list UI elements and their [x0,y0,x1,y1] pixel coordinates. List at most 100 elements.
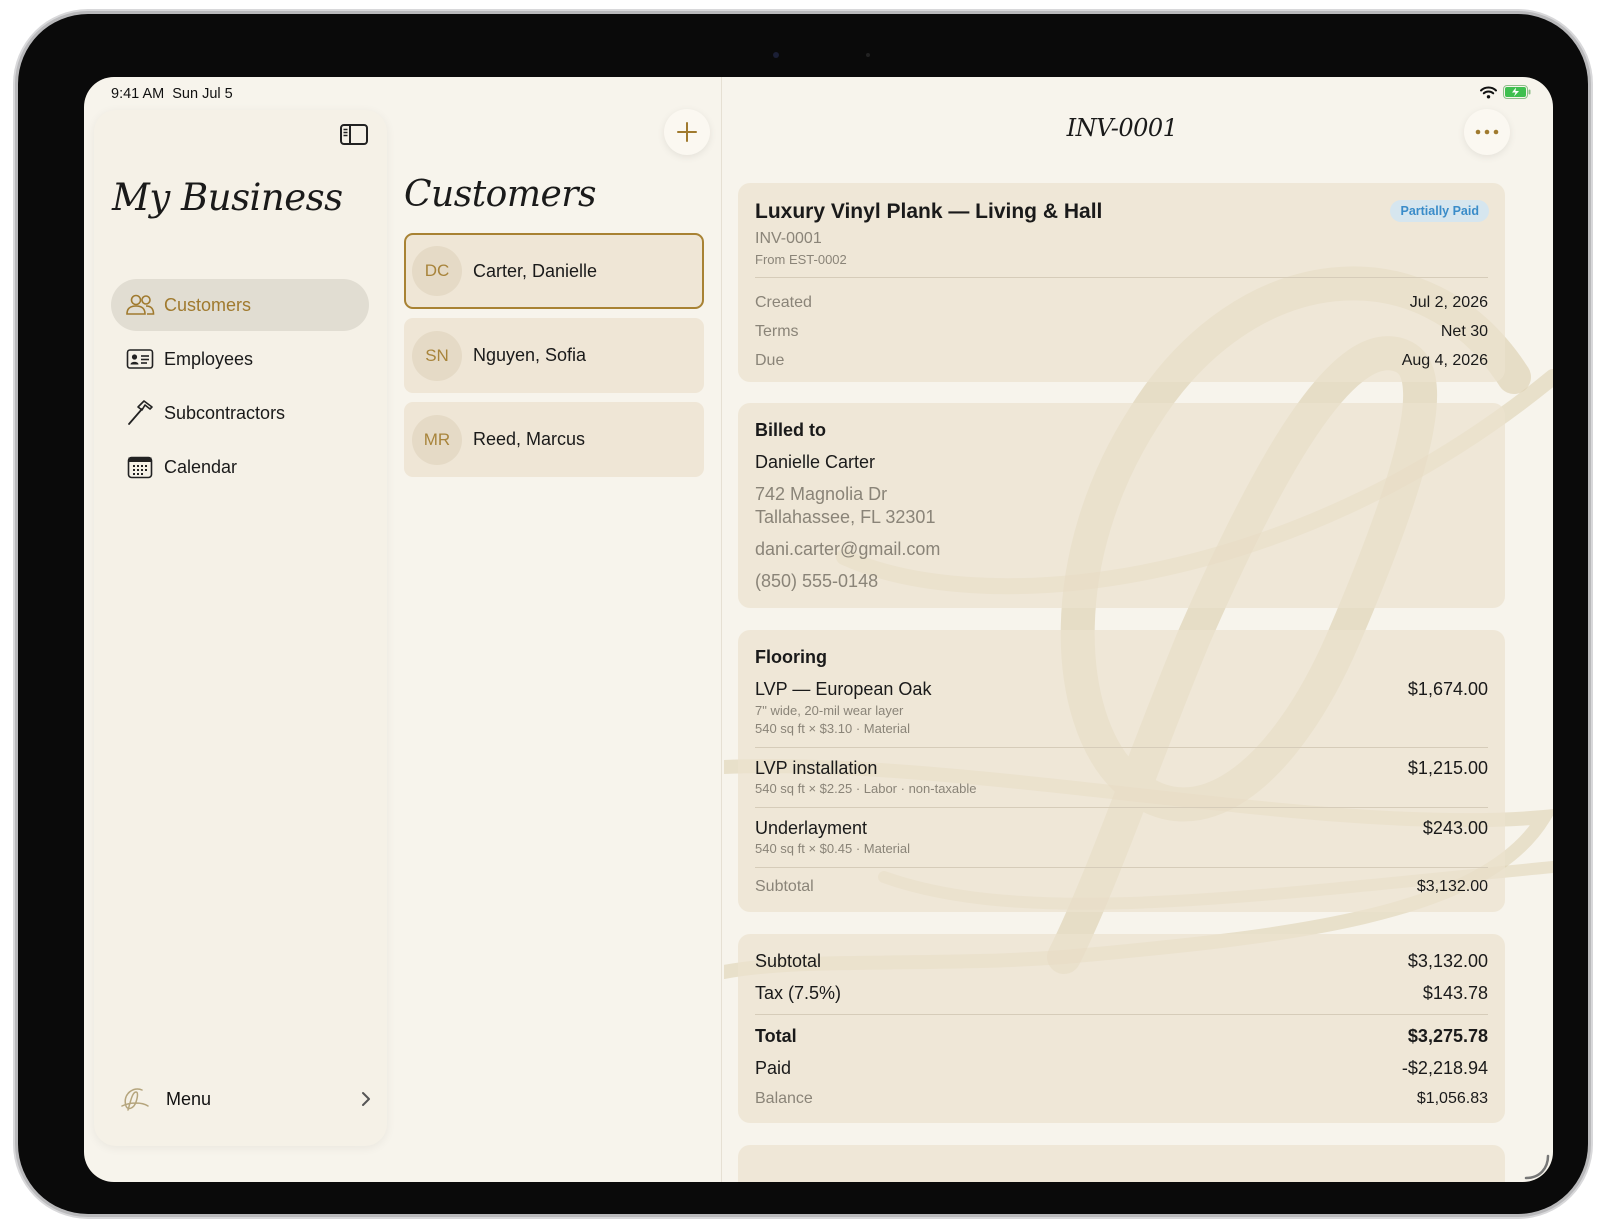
line-item-meta: 540 sq ft × $0.45 · Material [755,841,911,856]
divider [755,807,1488,808]
people-icon [125,292,155,318]
created-label: Created [755,294,812,311]
divider [755,1014,1488,1015]
sidebar-item-label: Calendar [164,456,238,477]
line-item-description: 7" wide, 20-mil wear layer [755,703,904,718]
terms-value: Net 30 [1440,323,1488,340]
line-item-meta: 540 sq ft × $3.10 · Material [755,721,911,736]
billed-to-heading: Billed to [755,420,826,440]
wifi-icon [1480,86,1497,98]
total-value: $3,275.78 [1407,1026,1488,1046]
resize-handle-icon[interactable] [1524,1154,1550,1180]
more-options-button[interactable] [1464,109,1510,155]
paid-label: Paid [755,1058,792,1078]
tax-value: $143.78 [1422,983,1488,1003]
sidebar-item-employees[interactable]: Employees [111,333,369,385]
phone-link[interactable]: (850) 555-0148 [755,571,878,592]
sidebar-item-customers[interactable]: Customers [111,279,369,331]
invoice-number: INV-0001 [755,230,822,247]
divider [755,747,1488,748]
invoice-header-card: Luxury Vinyl Plank — Living & Hall Parti… [738,183,1505,382]
sidebar-toggle-icon[interactable] [339,122,369,146]
created-row: Created Jul 2, 2026 [755,294,1488,312]
due-label: Due [755,352,785,369]
total-row: Total $3,275.78 [755,1026,1488,1047]
customer-row-nguyen[interactable]: SN Nguyen, Sofia [404,318,704,393]
email-link[interactable]: dani.carter@gmail.com [755,539,940,560]
add-customer-button[interactable] [664,109,710,155]
menu-button[interactable]: Menu [116,1082,371,1116]
sidebar-item-subcontractors[interactable]: Subcontractors [111,387,369,439]
balance-label: Balance [755,1090,813,1107]
status-bar-time: 9:41 AM Sun Jul 5 [111,86,233,102]
divider [755,277,1488,278]
line-item-price: $1,215.00 [1407,758,1488,778]
ipad-frame: 9:41 AM Sun Jul 5 My Business Customers … [18,14,1588,1214]
front-camera [773,52,779,58]
chevron-right-icon [362,1092,370,1106]
terms-row: Terms Net 30 [755,323,1488,341]
due-value: Aug 4, 2026 [1401,352,1488,369]
calendar-icon [125,454,155,480]
address-line-1: 742 Magnolia Dr [755,484,888,504]
column-divider [721,77,722,1182]
subtotal-row: Subtotal $3,132.00 [755,951,1488,972]
customer-name: Carter, Danielle [473,260,598,281]
line-item-meta: 540 sq ft × $2.25 · Labor · non-taxable [755,781,977,796]
customer-name: Reed, Marcus [473,429,586,449]
total-label: Total [755,1026,797,1046]
balance-value: $1,056.83 [1416,1090,1488,1107]
battery-charging-icon [1503,85,1531,99]
date-label: Sun Jul 5 [172,86,233,102]
subtotal-value: $3,132.00 [1407,951,1488,971]
avatar: SN [412,330,462,381]
camera-sensor [866,53,870,57]
sidebar-item-calendar[interactable]: Calendar [111,441,369,493]
sidebar-item-label: Subcontractors [164,402,286,423]
subtotal-label: Subtotal [755,951,822,971]
balance-row: Balance $1,056.83 [755,1090,1488,1108]
terms-label: Terms [755,323,799,340]
customer-name: Nguyen, Sofia [473,345,587,365]
billed-to-name: Danielle Carter [755,452,876,472]
plus-icon [677,122,697,142]
sidebar-nav: Customers Employees Subcontractors Calen… [111,279,369,495]
line-item-name[interactable]: Underlayment [755,818,867,839]
divider [755,867,1488,868]
billed-to-card: Billed to Danielle Carter 742 Magnolia D… [738,403,1505,608]
sidebar-item-label: Customers [164,294,252,315]
sidebar-item-label: Employees [164,348,254,369]
sidebar-title: My Business [112,176,343,219]
line-item-price: $1,674.00 [1407,679,1488,699]
customer-row-reed[interactable]: MR Reed, Marcus [404,402,704,477]
line-item-name[interactable]: LVP installation [755,758,877,779]
tax-row: Tax (7.5%) $143.78 [755,983,1488,1004]
hammer-icon [125,400,155,426]
customers-title: Customers [404,174,596,215]
status-badge: Partially Paid [1390,200,1489,222]
line-items-card: Flooring LVP — European Oak $1,674.00 7"… [738,630,1505,912]
line-item-name[interactable]: LVP — European Oak [755,679,931,700]
section-heading: Flooring [755,647,827,667]
ellipsis-icon [1475,129,1499,135]
menu-label: Menu [166,1088,212,1109]
customer-row-carter[interactable]: DC Carter, Danielle [404,233,704,309]
section-subtotal-row: Subtotal $3,132.00 [755,878,1488,896]
tax-label: Tax (7.5%) [755,983,842,1003]
line-item-price: $243.00 [1422,818,1488,838]
next-card-partial [738,1145,1505,1182]
paid-row: Paid -$2,218.94 [755,1058,1488,1079]
avatar: DC [412,246,462,296]
id-card-icon [125,346,155,372]
due-row: Due Aug 4, 2026 [755,352,1488,370]
job-title: Luxury Vinyl Plank — Living & Hall [755,200,1103,223]
status-bar-icons [1480,85,1531,99]
avatar: MR [412,414,462,465]
customer-list: DC Carter, Danielle SN Nguyen, Sofia MR … [404,233,704,486]
address-line-2: Tallahassee, FL 32301 [755,507,936,527]
paid-value: -$2,218.94 [1401,1058,1488,1078]
totals-card: Subtotal $3,132.00 Tax (7.5%) $143.78 To… [738,934,1505,1123]
script-g-logo [121,1088,149,1111]
created-value: Jul 2, 2026 [1409,294,1488,311]
section-subtotal-value: $3,132.00 [1416,878,1488,895]
